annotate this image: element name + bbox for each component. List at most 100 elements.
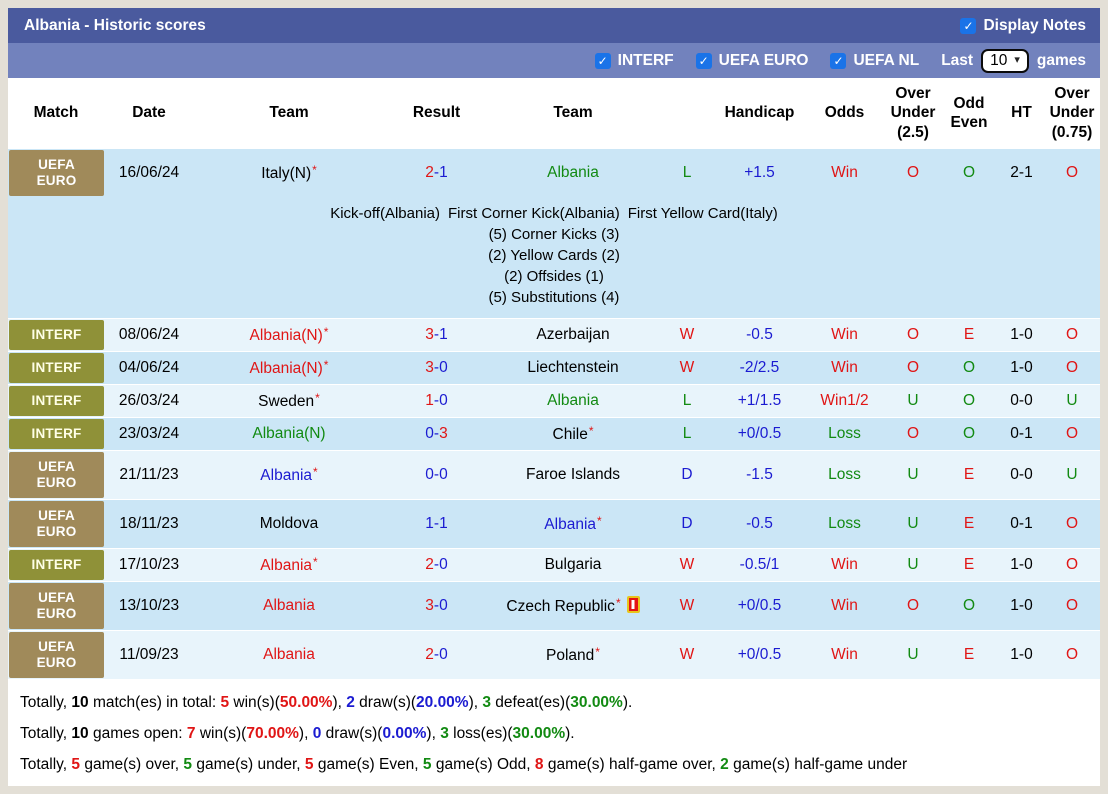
last-games-value: 10 <box>990 51 1008 69</box>
competition-badge: UEFA EURO <box>9 452 104 498</box>
home-team: Sweden* <box>258 390 320 410</box>
filter-uefa-nl[interactable]: UEFA NL <box>830 52 919 70</box>
checkbox-checked-icon[interactable] <box>830 52 847 69</box>
competition-badge: UEFA EURO <box>9 632 104 678</box>
match-date: 23/03/24 <box>118 424 180 442</box>
home-team: Italy(N)* <box>261 162 317 182</box>
match-cell: INTERF <box>8 352 104 384</box>
wdl-result: W <box>679 325 695 343</box>
handicap-value: -0.5/1 <box>739 555 780 573</box>
match-date: 08/06/24 <box>118 325 180 343</box>
home-team: Albania* <box>260 464 318 484</box>
notes-first-events: Kick-off(Albania) First Corner Kick(Alban… <box>330 205 778 222</box>
score: 2-1 <box>425 163 448 181</box>
over-under-2-5: U <box>907 555 919 573</box>
over-under-2-5: O <box>906 424 920 442</box>
col-header-handicap: Handicap <box>724 104 795 122</box>
odds-result: Win <box>831 163 858 181</box>
handicap-value: +0/0.5 <box>737 424 782 442</box>
match-date: 17/10/23 <box>118 555 180 573</box>
filter-interf[interactable]: INTERF <box>594 52 674 70</box>
home-team: Albania(N)* <box>249 324 329 344</box>
over-under-0-75: O <box>1065 424 1079 442</box>
away-team: Poland* <box>546 644 600 664</box>
notes-stat-line: (5) Corner Kicks (3) <box>488 226 620 243</box>
competition-badge: UEFA EURO <box>9 150 104 196</box>
odd-even: O <box>962 424 976 442</box>
title-bar: Albania - Historic scores Display Notes <box>8 8 1100 43</box>
odd-even: E <box>963 555 975 573</box>
odd-even: E <box>963 325 975 343</box>
away-team: Albania <box>547 391 599 409</box>
notes-stat-line: (5) Substitutions (4) <box>488 289 620 306</box>
notes-stat-line: (2) Yellow Cards (2) <box>488 247 620 264</box>
home-team: Albania(N) <box>252 424 326 442</box>
score: 0-3 <box>425 424 448 442</box>
ht-score: 1-0 <box>1010 645 1033 663</box>
home-team: Albania(N)* <box>249 357 329 377</box>
summary-section: Totally, 10 match(es) in total: 5 win(s)… <box>8 679 1100 786</box>
over-under-2-5: U <box>907 514 919 532</box>
summary-line: Totally, 10 match(es) in total: 5 win(s)… <box>20 694 633 711</box>
handicap-value: -1.5 <box>746 465 773 483</box>
table-row: INTERF 26/03/24 Sweden* 1-0 Albania L +1/1.5 Wi… <box>8 384 1100 417</box>
match-date: 13/10/23 <box>118 596 180 614</box>
over-under-0-75: O <box>1065 325 1079 343</box>
table-row: INTERF 08/06/24 Albania(N)* 3-1 Azerbaijan W -… <box>8 318 1100 351</box>
odd-even: O <box>962 391 976 409</box>
filter-uefa-euro[interactable]: UEFA EURO <box>695 52 808 70</box>
notes-stat-line: (2) Offsides (1) <box>504 268 604 285</box>
checkbox-checked-icon[interactable] <box>594 52 611 69</box>
ht-score: 0-1 <box>1010 424 1033 442</box>
odds-result: Win <box>831 645 858 663</box>
over-under-0-75: O <box>1065 514 1079 532</box>
ht-score: 0-0 <box>1010 465 1033 483</box>
display-notes-toggle[interactable]: Display Notes <box>960 17 1086 35</box>
odds-result: Win <box>831 596 858 614</box>
match-cell: INTERF <box>8 418 104 450</box>
odds-result: Win <box>831 325 858 343</box>
ht-score: 1-0 <box>1010 555 1033 573</box>
col-header-date: Date <box>132 104 166 122</box>
filter-bar: INTERF UEFA EURO UEFA NL Last 10 ▾ games <box>8 43 1100 78</box>
match-date: 11/09/23 <box>119 645 179 663</box>
competition-badge: INTERF <box>9 320 104 350</box>
wdl-result: D <box>681 465 693 483</box>
score: 3-1 <box>425 325 448 343</box>
match-date: 16/06/24 <box>118 163 180 181</box>
last-games-group: Last 10 ▾ games <box>941 48 1086 73</box>
match-cell: UEFA EURO <box>8 451 104 499</box>
col-header-team2: Team <box>553 104 593 122</box>
over-under-2-5: O <box>906 596 920 614</box>
ht-score: 1-0 <box>1010 358 1033 376</box>
over-under-0-75: O <box>1065 596 1079 614</box>
over-under-0-75: O <box>1065 358 1079 376</box>
over-under-2-5: U <box>907 645 919 663</box>
handicap-value: -0.5 <box>746 325 773 343</box>
odd-even: E <box>963 645 975 663</box>
col-header-team1: Team <box>269 104 309 122</box>
away-team: Faroe Islands <box>526 465 620 483</box>
ht-score: 0-0 <box>1010 391 1033 409</box>
match-cell: UEFA EURO <box>8 500 104 548</box>
last-games-select[interactable]: 10 ▾ <box>981 48 1029 73</box>
table-body: UEFA EURO 16/06/24 Italy(N)* 2-1 Albania L +1.… <box>8 148 1100 679</box>
col-header-ou25: Over Under (2.5) <box>890 84 936 141</box>
wdl-result: L <box>682 424 692 442</box>
odd-even: O <box>962 358 976 376</box>
over-under-2-5: O <box>906 358 920 376</box>
away-team: Bulgaria <box>544 555 602 573</box>
score: 2-0 <box>425 555 448 573</box>
handicap-value: -0.5 <box>746 514 773 532</box>
table-row: UEFA EURO 18/11/23 Moldova 1-1 Albania* D -0.5… <box>8 499 1100 548</box>
col-header-blank <box>657 109 717 117</box>
wdl-result: L <box>682 163 692 181</box>
checkbox-checked-icon[interactable] <box>695 52 712 69</box>
checkbox-checked-icon[interactable] <box>960 17 977 34</box>
match-notes: Kick-off(Albania) First Corner Kick(Alban… <box>8 197 1100 318</box>
over-under-0-75: O <box>1065 645 1079 663</box>
odds-result: Loss <box>828 424 861 442</box>
table-row: UEFA EURO 21/11/23 Albania* 0-0 Faroe Island… <box>8 450 1100 499</box>
over-under-0-75: O <box>1065 163 1079 181</box>
score: 0-0 <box>425 465 448 483</box>
